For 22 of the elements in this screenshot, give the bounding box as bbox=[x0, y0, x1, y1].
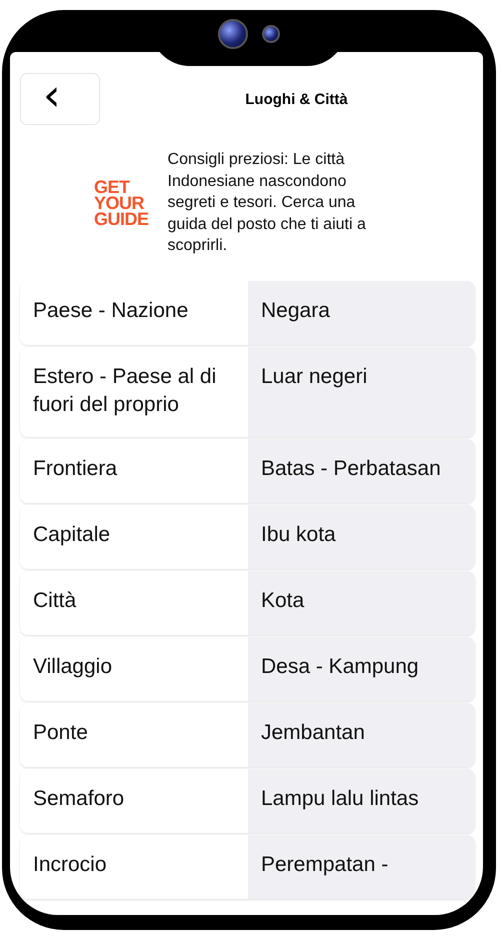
indonesian-term: Luar negeri bbox=[248, 346, 475, 436]
indonesian-term: Batas - Perbatasan bbox=[248, 438, 475, 502]
italian-term: Incrocio bbox=[20, 834, 248, 898]
indonesian-term: Negara bbox=[248, 280, 475, 344]
italian-term: Capitale bbox=[20, 504, 248, 568]
indonesian-term: Lampu lalu lintas bbox=[248, 768, 475, 832]
italian-term: Semaforo bbox=[20, 768, 248, 832]
logo: GET YOUR GUIDE bbox=[94, 178, 149, 227]
italian-term: Paese - Nazione bbox=[20, 280, 248, 344]
back-button[interactable]: ‹ bbox=[20, 73, 100, 125]
italian-term: Ponte bbox=[20, 702, 248, 766]
indonesian-term: Perempatan - bbox=[248, 834, 475, 898]
italian-term: Città bbox=[20, 570, 248, 634]
italian-term: Frontiera bbox=[20, 438, 248, 502]
indonesian-term: Kota bbox=[248, 570, 475, 634]
indonesian-term: Ibu kota bbox=[248, 504, 475, 568]
page-title: Luoghi & Città bbox=[244, 90, 349, 108]
italian-term: Estero - Paese al di fuori del proprio bbox=[20, 346, 248, 436]
italian-term: Villaggio bbox=[20, 636, 248, 700]
indonesian-term: Desa - Kampung bbox=[248, 636, 475, 700]
indonesian-term: Jembantan bbox=[248, 702, 475, 766]
tip-text: Consigli preziosi: Le città Indonesiane nascondono segreti e tesori. Cerca una guida del posto che ti aiuti a scoprirli. bbox=[168, 150, 367, 256]
